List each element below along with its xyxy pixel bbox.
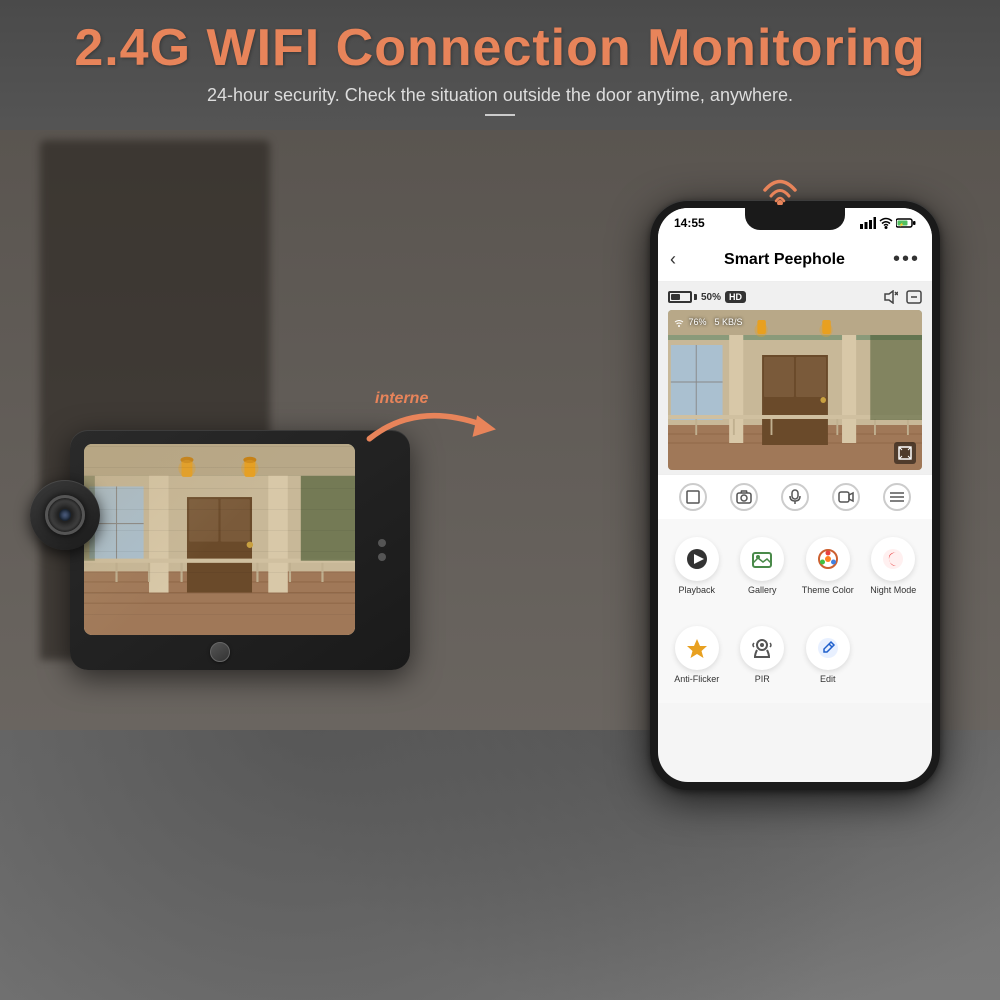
expand-control[interactable]	[679, 483, 707, 511]
fullscreen-corner-btn[interactable]	[894, 442, 916, 464]
viewer-body	[70, 430, 410, 670]
feature-anti-flicker[interactable]: Anti-Flicker	[664, 618, 730, 693]
theme-label: Theme Color	[802, 585, 854, 596]
phone-mockup: 14:55	[650, 200, 940, 790]
camera-feed: 76% 5 KB/S	[668, 310, 922, 470]
status-time: 14:55	[674, 216, 705, 230]
anti-flicker-icon	[675, 626, 719, 670]
feature-pir[interactable]: PIR	[730, 618, 796, 693]
snapshot-icon	[730, 483, 758, 511]
camera-view-section: 50% HD	[658, 282, 932, 474]
night-mode-label: Night Mode	[870, 585, 916, 596]
menu-button[interactable]: •••	[893, 248, 920, 271]
connection-arrow	[360, 380, 510, 460]
viewer-bottom-bar	[84, 642, 355, 662]
video-control[interactable]	[832, 483, 860, 511]
theme-icon	[806, 537, 850, 581]
header-divider	[485, 114, 515, 116]
night-mode-icon	[871, 537, 915, 581]
battery-box	[668, 291, 692, 303]
feature-theme[interactable]: Theme Color	[795, 529, 861, 604]
pir-icon	[740, 626, 784, 670]
svg-text:⚡: ⚡	[899, 222, 904, 227]
device-battery-icon	[668, 291, 697, 303]
wifi-signal-indicator	[755, 165, 805, 205]
hd-badge: HD	[725, 291, 746, 303]
battery-fill	[671, 294, 680, 300]
feature-grid-row1: Playback Gallery Theme Color	[658, 519, 932, 614]
snapshot-control[interactable]	[730, 483, 758, 511]
menu-list-icon	[883, 483, 911, 511]
side-dot-2	[378, 553, 386, 561]
feature-night-mode[interactable]: Night Mode	[861, 529, 927, 604]
video-icon	[832, 483, 860, 511]
header-section: 2.4G WIFI Connection Monitoring 24-hour …	[0, 20, 1000, 116]
fullscreen-icon[interactable]	[906, 290, 922, 304]
edit-label: Edit	[820, 674, 836, 685]
feature-edit[interactable]: Edit	[795, 618, 861, 693]
side-dot-1	[378, 539, 386, 547]
feature-empty	[861, 618, 927, 693]
feature-gallery[interactable]: Gallery	[730, 529, 796, 604]
status-icons: ⚡	[860, 217, 916, 229]
battery-percent: 50%	[701, 292, 721, 303]
battery-tip	[694, 294, 697, 300]
lens-element	[45, 495, 85, 535]
wifi-icon	[879, 217, 893, 229]
microphone-icon	[781, 483, 809, 511]
sub-title: 24-hour security. Check the situation ou…	[0, 85, 1000, 106]
mute-icon[interactable]	[882, 290, 898, 304]
feature-grid-row2: Anti-Flicker PIR Edit	[658, 614, 932, 703]
feature-playback[interactable]: Playback	[664, 529, 730, 604]
data-speed: 5 KB/S	[715, 317, 743, 327]
playback-icon	[675, 537, 719, 581]
pir-label: PIR	[755, 674, 770, 685]
battery-icon: ⚡	[896, 217, 916, 229]
camera-stats-row: 50% HD	[668, 290, 922, 304]
phone-screen: 14:55	[658, 208, 932, 782]
signal-icon	[860, 217, 876, 229]
wifi-stats-overlay: 76% 5 KB/S	[674, 317, 743, 327]
viewer-side-controls	[362, 539, 402, 561]
microphone-control[interactable]	[781, 483, 809, 511]
wifi-percent: 76%	[674, 317, 707, 327]
expand-icon	[679, 483, 707, 511]
phone-body: 14:55	[650, 200, 940, 790]
stat-right	[882, 290, 922, 304]
back-button[interactable]: ‹	[670, 249, 676, 270]
app-header-bar: ‹ Smart Peephole •••	[658, 238, 932, 282]
gallery-label: Gallery	[748, 585, 777, 596]
viewer-home-button[interactable]	[210, 642, 230, 662]
controls-row	[658, 474, 932, 519]
playback-label: Playback	[678, 585, 715, 596]
stat-left: 50% HD	[668, 291, 746, 303]
edit-icon	[806, 626, 850, 670]
anti-flicker-label: Anti-Flicker	[674, 674, 719, 685]
viewer-screen	[84, 444, 355, 635]
app-title: Smart Peephole	[724, 251, 845, 269]
porch-image	[84, 444, 355, 635]
phone-notch	[745, 208, 845, 230]
door-viewer-device	[40, 420, 420, 700]
main-title: 2.4G WIFI Connection Monitoring	[0, 20, 1000, 77]
empty-icon	[871, 626, 915, 670]
door-camera-lens	[30, 480, 100, 550]
menu-list-control[interactable]	[883, 483, 911, 511]
gallery-icon	[740, 537, 784, 581]
